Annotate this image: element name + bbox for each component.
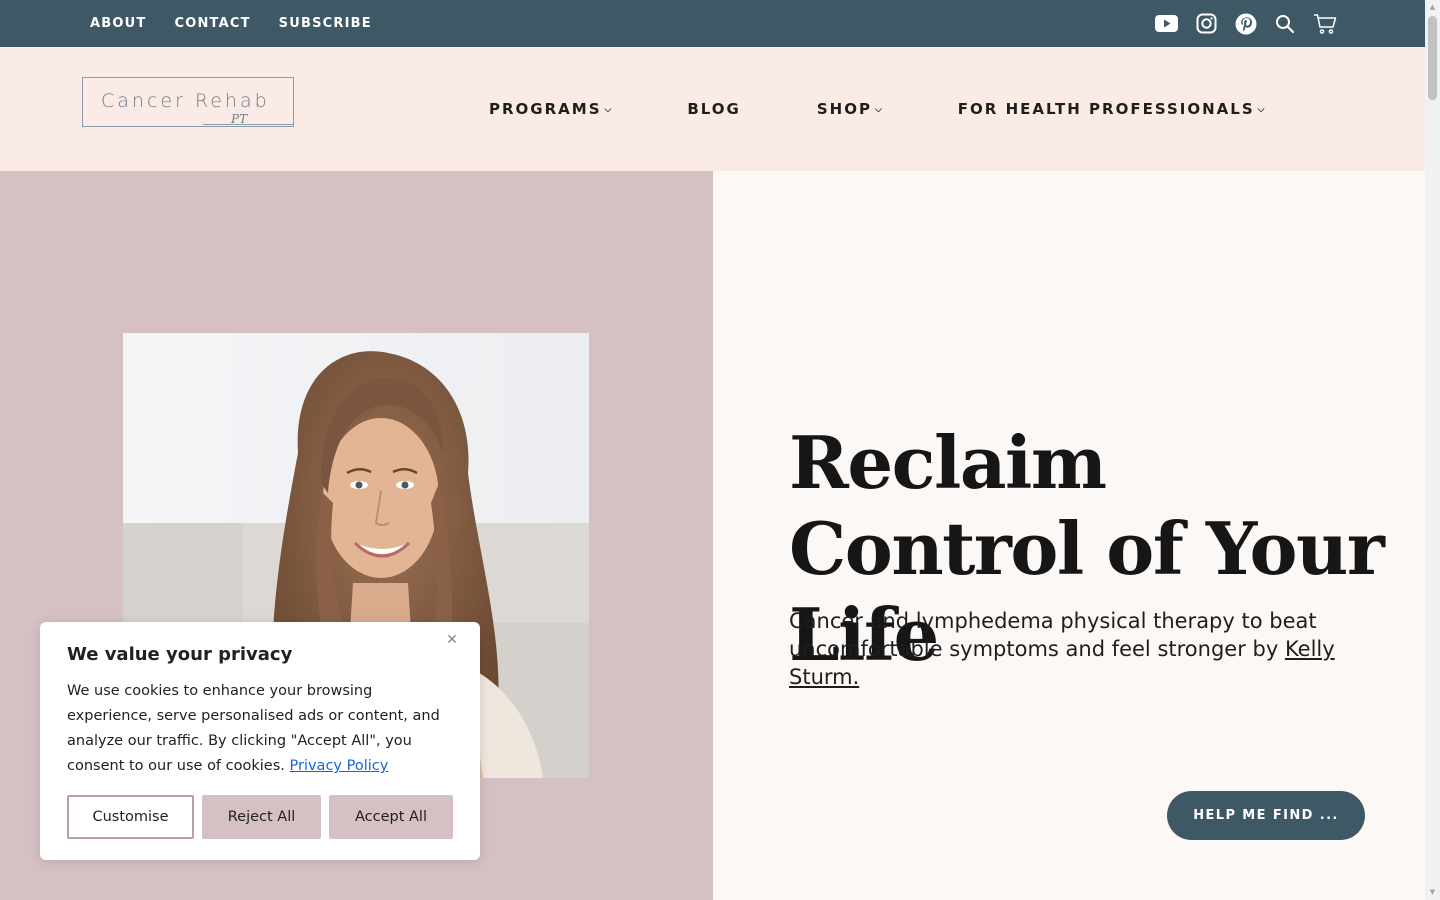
top-link-about[interactable]: ABOUT bbox=[90, 16, 146, 31]
nav-item-label: SHOP bbox=[816, 100, 872, 118]
site-logo[interactable]: Cancer Rehab PT bbox=[82, 77, 294, 127]
cookie-title: We value your privacy bbox=[67, 644, 293, 665]
youtube-icon[interactable] bbox=[1155, 15, 1178, 32]
top-link-subscribe[interactable]: SUBSCRIBE bbox=[279, 16, 372, 31]
reject-all-button[interactable]: Reject All bbox=[202, 795, 321, 839]
nav-item-label: PROGRAMS bbox=[489, 100, 602, 118]
social-icons bbox=[1155, 0, 1337, 47]
cookie-buttons: Customise Reject All Accept All bbox=[67, 795, 453, 839]
site-header: Cancer Rehab PT PROGRAMS ⌵ BLOG SHOP ⌵ F… bbox=[0, 47, 1425, 171]
cookie-description: We use cookies to enhance your browsing … bbox=[67, 679, 457, 779]
cart-icon[interactable] bbox=[1313, 13, 1337, 35]
chevron-down-icon: ⌵ bbox=[874, 105, 882, 115]
logo-underline bbox=[203, 124, 293, 125]
page-scrollbar[interactable]: ▲ ▼ bbox=[1425, 0, 1440, 900]
scrollbar-thumb[interactable] bbox=[1428, 16, 1437, 100]
scroll-up-arrow-icon[interactable]: ▲ bbox=[1428, 3, 1437, 12]
nav-item-health-professionals[interactable]: FOR HEALTH PROFESSIONALS ⌵ bbox=[958, 100, 1265, 118]
hero-subheading-text: Cancer and lymphedema physical therapy t… bbox=[789, 609, 1317, 661]
nav-item-blog[interactable]: BLOG bbox=[687, 100, 741, 118]
close-icon[interactable]: ✕ bbox=[443, 631, 461, 649]
search-icon[interactable] bbox=[1275, 14, 1295, 34]
pinterest-icon[interactable] bbox=[1235, 13, 1257, 35]
help-me-find-button[interactable]: HELP ME FIND ... bbox=[1167, 791, 1365, 840]
hero-subheading: Cancer and lymphedema physical therapy t… bbox=[789, 607, 1349, 691]
nav-item-label: FOR HEALTH PROFESSIONALS bbox=[957, 100, 1255, 118]
chevron-down-icon: ⌵ bbox=[604, 105, 612, 115]
privacy-policy-link[interactable]: Privacy Policy bbox=[290, 758, 389, 774]
nav-item-programs[interactable]: PROGRAMS ⌵ bbox=[489, 100, 611, 118]
logo-text: Cancer Rehab bbox=[101, 90, 270, 112]
accept-all-button[interactable]: Accept All bbox=[329, 795, 453, 839]
main-nav: PROGRAMS ⌵ BLOG SHOP ⌵ FOR HEALTH PROFES… bbox=[489, 47, 1264, 171]
top-bar: ABOUT CONTACT SUBSCRIBE bbox=[0, 0, 1425, 47]
top-link-contact[interactable]: CONTACT bbox=[174, 16, 250, 31]
scroll-down-arrow-icon[interactable]: ▼ bbox=[1428, 888, 1437, 897]
cookie-consent-dialog: We value your privacy ✕ We use cookies t… bbox=[40, 622, 480, 860]
nav-item-label: BLOG bbox=[687, 100, 741, 118]
customise-button[interactable]: Customise bbox=[67, 795, 194, 839]
top-links: ABOUT CONTACT SUBSCRIBE bbox=[90, 0, 372, 47]
instagram-icon[interactable] bbox=[1196, 13, 1217, 34]
chevron-down-icon: ⌵ bbox=[1257, 105, 1265, 115]
nav-item-shop[interactable]: SHOP ⌵ bbox=[817, 100, 882, 118]
page: ABOUT CONTACT SUBSCRIBE Cancer Rehab PT … bbox=[0, 0, 1440, 900]
